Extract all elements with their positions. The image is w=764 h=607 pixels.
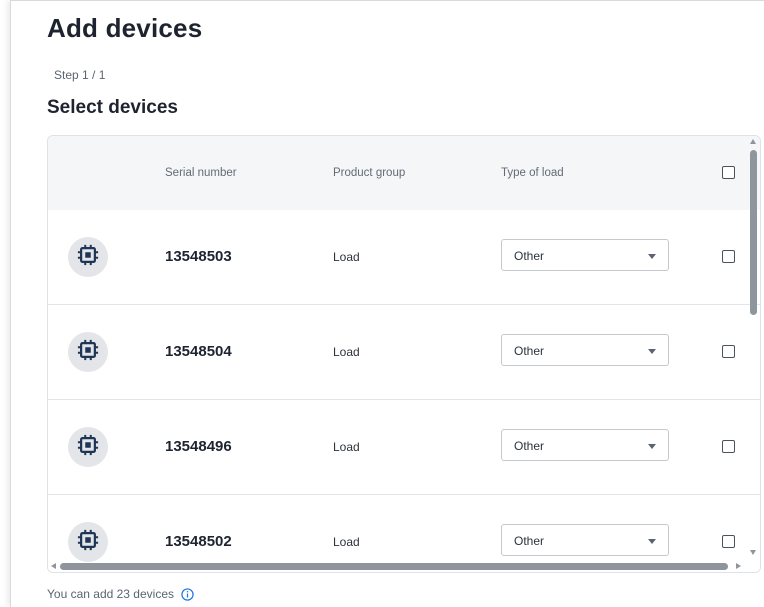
device-avatar bbox=[68, 332, 108, 372]
chip-icon bbox=[77, 244, 99, 271]
device-avatar bbox=[68, 522, 108, 562]
product-group: Load bbox=[333, 345, 360, 359]
row-checkbox[interactable] bbox=[722, 440, 735, 453]
row-checkbox[interactable] bbox=[722, 345, 735, 358]
type-of-load-select[interactable]: Other bbox=[501, 524, 669, 556]
section-title: Select devices bbox=[47, 97, 178, 118]
caret-down-icon bbox=[648, 539, 656, 544]
column-header-serial: Serial number bbox=[165, 167, 237, 179]
vertical-scrollbar[interactable] bbox=[746, 136, 760, 572]
scroll-right-icon[interactable] bbox=[736, 563, 741, 569]
devices-table: Serial number Product group Type of load bbox=[47, 135, 761, 573]
caret-down-icon bbox=[648, 444, 656, 449]
chip-icon bbox=[77, 529, 99, 556]
serial-number: 13548503 bbox=[165, 248, 232, 265]
table-row: 13548503 Load Other bbox=[48, 210, 760, 305]
horizontal-scroll-thumb[interactable] bbox=[60, 563, 728, 570]
scroll-down-icon[interactable] bbox=[750, 550, 756, 555]
type-of-load-value: Other bbox=[514, 344, 545, 358]
select-all-checkbox[interactable] bbox=[722, 166, 735, 179]
row-checkbox[interactable] bbox=[722, 535, 735, 548]
caret-down-icon bbox=[648, 349, 656, 354]
product-group: Load bbox=[333, 250, 360, 264]
add-devices-panel: Add devices Step 1 / 1 Select devices Se… bbox=[10, 0, 764, 607]
product-group: Load bbox=[333, 535, 360, 549]
caret-down-icon bbox=[648, 254, 656, 259]
device-limit-text: You can add 23 devices bbox=[47, 587, 174, 601]
type-of-load-value: Other bbox=[514, 249, 545, 263]
type-of-load-select[interactable]: Other bbox=[501, 429, 669, 461]
row-checkbox[interactable] bbox=[722, 250, 735, 263]
column-header-product-group: Product group bbox=[333, 167, 406, 179]
scroll-up-icon[interactable] bbox=[750, 139, 756, 144]
table-header: Serial number Product group Type of load bbox=[48, 136, 760, 211]
scroll-left-icon[interactable] bbox=[51, 563, 56, 569]
chip-icon bbox=[77, 339, 99, 366]
step-indicator: Step 1 / 1 bbox=[54, 68, 106, 82]
serial-number: 13548496 bbox=[165, 438, 232, 455]
column-header-type-of-load: Type of load bbox=[501, 167, 564, 179]
type-of-load-select[interactable]: Other bbox=[501, 239, 669, 271]
type-of-load-value: Other bbox=[514, 534, 545, 548]
table-row: 13548496 Load Other bbox=[48, 400, 760, 495]
table-row: 13548504 Load Other bbox=[48, 305, 760, 400]
info-icon[interactable] bbox=[181, 587, 194, 601]
device-avatar bbox=[68, 237, 108, 277]
page-title: Add devices bbox=[47, 13, 203, 43]
vertical-scroll-thumb[interactable] bbox=[750, 150, 757, 315]
product-group: Load bbox=[333, 440, 360, 454]
serial-number: 13548504 bbox=[165, 343, 232, 360]
device-limit-note: You can add 23 devices bbox=[47, 587, 194, 601]
serial-number: 13548502 bbox=[165, 533, 232, 550]
horizontal-scrollbar[interactable] bbox=[48, 560, 760, 572]
type-of-load-select[interactable]: Other bbox=[501, 334, 669, 366]
chip-icon bbox=[77, 434, 99, 461]
device-avatar bbox=[68, 427, 108, 467]
type-of-load-value: Other bbox=[514, 439, 545, 453]
